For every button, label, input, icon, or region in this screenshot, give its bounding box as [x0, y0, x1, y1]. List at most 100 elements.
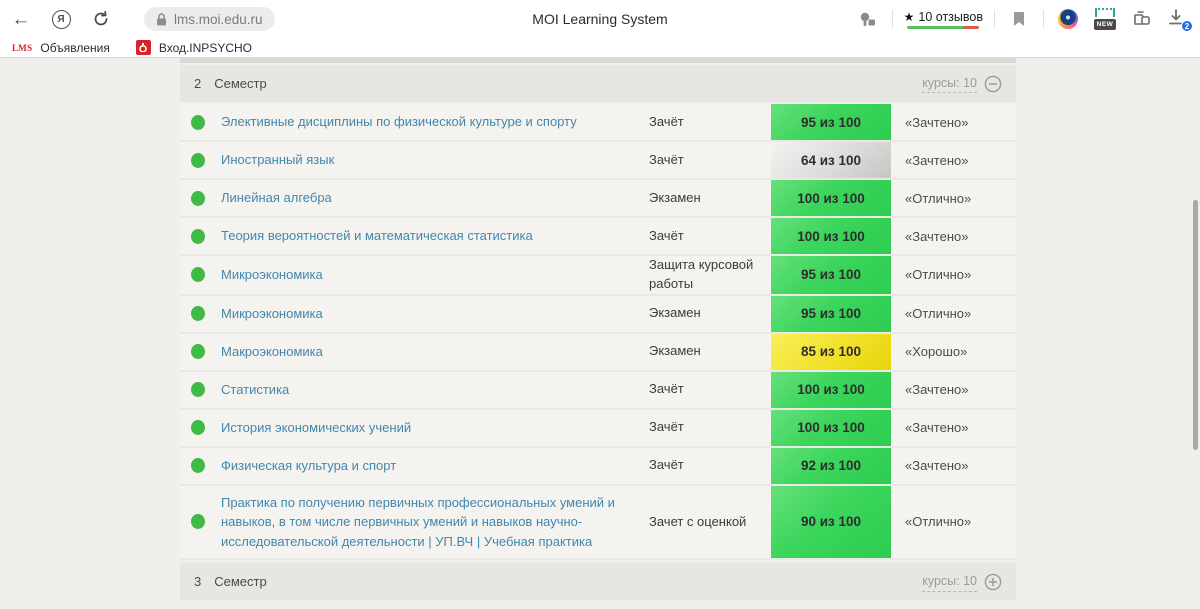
gradebook-table: 2 Семестр курсы: 10 Элективные дисциплин…	[180, 58, 1016, 600]
toolbar-separator	[1043, 10, 1044, 28]
extension-capture-button[interactable]: NEW	[1092, 6, 1118, 32]
score-cell: 100 из 100	[771, 410, 891, 446]
assessment-type: Зачёт	[649, 418, 771, 437]
bookmark-label: Вход.INPSYCHO	[159, 41, 252, 55]
course-row: Теория вероятностей и математическая ста…	[180, 218, 1016, 256]
score-cell: 85 из 100	[771, 334, 891, 370]
score-badge: 95 из 100	[771, 256, 891, 294]
yandex-home-button[interactable]: Я	[48, 6, 74, 32]
grade-text: «Зачтено»	[891, 229, 968, 244]
course-link[interactable]: Элективные дисциплины по физической куль…	[221, 105, 649, 139]
course-link[interactable]: Микроэкономика	[221, 258, 649, 292]
semester-label: Семестр	[214, 76, 266, 91]
assessment-type: Экзамен	[649, 304, 771, 323]
course-row: Иностранный язык Зачёт 64 из 100 «Зачтен…	[180, 142, 1016, 180]
grade-text: «Зачтено»	[891, 420, 968, 435]
course-row: Статистика Зачёт 100 из 100 «Зачтено»	[180, 372, 1016, 410]
course-link[interactable]: Микроэкономика	[221, 297, 649, 331]
status-dot-icon	[191, 191, 205, 206]
toolbar-separator	[994, 10, 995, 28]
status-dot-icon	[191, 344, 205, 359]
grade-text: «Зачтено»	[891, 115, 968, 130]
grade-text: «Отлично»	[891, 191, 971, 206]
extension-browser-button[interactable]	[1055, 6, 1081, 32]
lock-icon	[156, 13, 167, 26]
sphere-extension-icon	[1058, 9, 1078, 29]
plus-circle-icon	[984, 573, 1002, 591]
status-dot-icon	[191, 306, 205, 321]
bookmarks-bar: LMS Объявления Вход.INPSYCHO	[0, 38, 1200, 57]
course-row: Микроэкономика Экзамен 95 из 100 «Отличн…	[180, 296, 1016, 334]
minus-circle-icon	[984, 75, 1002, 93]
status-dot-icon	[191, 115, 205, 130]
score-cell: 95 из 100	[771, 256, 891, 294]
course-link[interactable]: Иностранный язык	[221, 143, 649, 177]
rating-bar	[907, 26, 979, 29]
address-bar[interactable]: lms.moi.edu.ru	[144, 7, 275, 31]
score-badge: 100 из 100	[771, 218, 891, 254]
status-dot-icon	[191, 458, 205, 473]
new-badge: NEW	[1094, 19, 1116, 30]
star-icon: ★	[904, 10, 915, 24]
status-dot-icon	[191, 229, 205, 244]
expand-section-button[interactable]	[984, 573, 1002, 591]
download-count-badge: 2	[1181, 20, 1193, 32]
assessment-type: Зачёт	[649, 380, 771, 399]
course-row: Линейная алгебра Экзамен 100 из 100 «Отл…	[180, 180, 1016, 218]
course-link[interactable]: История экономических учений	[221, 411, 649, 445]
password-manager-button[interactable]	[855, 6, 881, 32]
lms-favicon: LMS	[12, 43, 32, 53]
grade-text: «Отлично»	[891, 306, 971, 321]
browser-toolbar: ← Я lms.moi.edu.ru MOI Learning System	[0, 0, 1200, 38]
courses-count-link[interactable]: курсы: 10	[922, 74, 977, 94]
previous-section-edge	[180, 58, 1016, 63]
score-badge: 100 из 100	[771, 180, 891, 216]
status-dot-icon	[191, 153, 205, 168]
capture-new-icon: NEW	[1093, 8, 1117, 30]
course-row: Элективные дисциплины по физической куль…	[180, 104, 1016, 142]
course-link[interactable]: Линейная алгебра	[221, 181, 649, 215]
inpsycho-favicon	[136, 40, 151, 55]
course-row: Микроэкономика Защита курсовой работы 95…	[180, 256, 1016, 296]
bookmark-item-inpsycho[interactable]: Вход.INPSYCHO	[136, 40, 252, 55]
collections-icon	[1132, 10, 1152, 28]
score-cell: 95 из 100	[771, 296, 891, 332]
course-link[interactable]: Макроэкономика	[221, 335, 649, 369]
refresh-button[interactable]	[88, 6, 114, 32]
course-link[interactable]: Физическая культура и спорт	[221, 449, 649, 483]
browser-chrome: ← Я lms.moi.edu.ru MOI Learning System	[0, 0, 1200, 58]
score-badge: 95 из 100	[771, 104, 891, 140]
score-cell: 100 из 100	[771, 372, 891, 408]
collapse-section-button[interactable]	[984, 75, 1002, 93]
status-dot-icon	[191, 267, 205, 282]
semester-3-header: 3 Семестр курсы: 10	[180, 563, 1016, 600]
course-row: Физическая культура и спорт Зачёт 92 из …	[180, 448, 1016, 486]
back-button[interactable]: ←	[8, 6, 34, 32]
downloads-button[interactable]: 2	[1166, 7, 1190, 31]
url-text: lms.moi.edu.ru	[174, 12, 263, 27]
reviews-count-label: 10 отзывов	[918, 10, 983, 24]
score-cell: 100 из 100	[771, 180, 891, 216]
course-link[interactable]: Практика по получению первичных професси…	[221, 486, 649, 559]
score-badge: 100 из 100	[771, 372, 891, 408]
password-manager-icon	[858, 10, 878, 28]
assessment-type: Экзамен	[649, 189, 771, 208]
course-row: История экономических учений Зачёт 100 и…	[180, 410, 1016, 448]
assessment-type: Зачет с оценкой	[649, 513, 771, 532]
score-badge: 90 из 100	[771, 486, 891, 559]
score-cell: 95 из 100	[771, 104, 891, 140]
score-cell: 90 из 100	[771, 486, 891, 559]
assessment-type: Зачёт	[649, 227, 771, 246]
scrollbar-thumb[interactable]	[1193, 200, 1198, 450]
grade-text: «Зачтено»	[891, 153, 968, 168]
assessment-type: Зачёт	[649, 456, 771, 475]
site-reviews-widget[interactable]: ★ 10 отзывов	[904, 10, 983, 29]
score-cell: 64 из 100	[771, 142, 891, 178]
course-link[interactable]: Теория вероятностей и математическая ста…	[221, 219, 649, 253]
course-link[interactable]: Статистика	[221, 373, 649, 407]
bookmark-item-announcements[interactable]: LMS Объявления	[12, 41, 110, 55]
page-content: 2 Семестр курсы: 10 Элективные дисциплин…	[0, 58, 1200, 609]
collections-button[interactable]	[1129, 6, 1155, 32]
bookmark-button[interactable]	[1006, 6, 1032, 32]
courses-count-link[interactable]: курсы: 10	[922, 572, 977, 592]
